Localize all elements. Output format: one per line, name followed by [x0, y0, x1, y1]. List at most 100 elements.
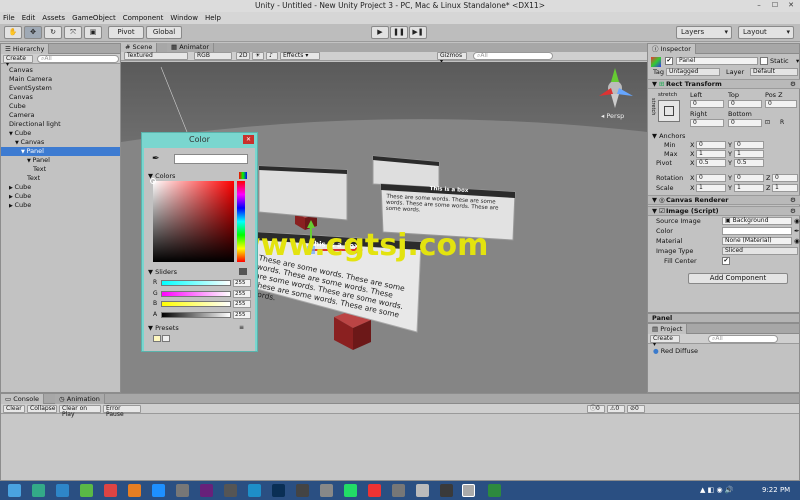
posz-input[interactable]: 0	[765, 100, 797, 108]
clock[interactable]: 9:22 PM	[762, 486, 790, 494]
app-icon[interactable]	[176, 484, 189, 497]
menu-window[interactable]: Window	[170, 14, 198, 22]
channel-slider[interactable]	[161, 311, 231, 318]
canvas-renderer-header[interactable]: Canvas Renderer	[648, 195, 800, 205]
tab-animation[interactable]: ◷ Animation	[55, 394, 105, 404]
visual-studio-icon[interactable]	[200, 484, 213, 497]
global-toggle[interactable]: Global	[146, 26, 182, 39]
collapse-toggle[interactable]: Collapse	[27, 405, 57, 413]
channel-slider[interactable]	[161, 301, 231, 307]
right-input[interactable]: 0	[690, 119, 724, 127]
pivot-y-input[interactable]: 0.5	[734, 159, 764, 167]
channel-slider[interactable]	[161, 280, 231, 286]
hierarchy-item[interactable]: Main Camera	[1, 75, 120, 84]
app-icon[interactable]	[368, 484, 381, 497]
blueprint-button[interactable]: ⊡	[765, 119, 770, 127]
move-tool-button[interactable]: ✥	[24, 26, 42, 39]
rect-tool-button[interactable]: ▣	[84, 26, 102, 39]
object-picker-icon[interactable]: ◉	[794, 217, 800, 225]
channel-value-input[interactable]: 255	[233, 300, 251, 308]
hierarchy-item[interactable]: ▶ Cube	[1, 201, 120, 210]
2d-toggle[interactable]: 2D	[236, 52, 250, 60]
layer-dropdown[interactable]: Default	[750, 68, 798, 76]
hierarchy-item[interactable]: ▼ Panel	[1, 156, 120, 165]
layout-dropdown[interactable]: Layout ▾	[738, 26, 794, 39]
rgb-dropdown[interactable]: RGB	[194, 52, 232, 60]
tray-icons[interactable]: ▲ ◧ ◉ 🔊	[700, 486, 734, 494]
app-icon[interactable]	[248, 484, 261, 497]
scale-z-input[interactable]: 1	[772, 184, 798, 192]
hierarchy-item[interactable]: Canvas	[1, 93, 120, 102]
pivot-toggle[interactable]: Pivot	[108, 26, 144, 39]
image-type-dropdown[interactable]: Sliced	[722, 247, 798, 255]
hierarchy-item[interactable]: ▶ Cube	[1, 183, 120, 192]
menu-edit[interactable]: Edit	[22, 14, 36, 22]
channel-value-input[interactable]: 255	[233, 279, 251, 287]
app-icon[interactable]	[80, 484, 93, 497]
hierarchy-item[interactable]: ▶ Cube	[1, 192, 120, 201]
color-swatch[interactable]	[174, 154, 248, 164]
hierarchy-item[interactable]: Cube	[1, 102, 120, 111]
clear-button[interactable]: Clear	[3, 405, 25, 413]
preset-swatch[interactable]	[153, 335, 161, 342]
persp-label[interactable]: ◂ Persp	[601, 112, 624, 120]
color-cursor[interactable]	[150, 178, 156, 184]
gear-icon[interactable]: ⚙	[790, 80, 796, 88]
channel-value-input[interactable]: 255	[233, 310, 251, 319]
tag-dropdown[interactable]: Untagged	[666, 68, 720, 76]
firefox-icon[interactable]	[128, 484, 141, 497]
anchor-preset-button[interactable]	[658, 100, 680, 122]
rotation-x-input[interactable]: 0	[696, 174, 726, 182]
tab-project[interactable]: ▤ Project	[648, 324, 688, 334]
warning-filter-toggle[interactable]: ⚠0	[607, 405, 625, 413]
app-icon[interactable]	[416, 484, 429, 497]
app-icon[interactable]	[320, 484, 333, 497]
material-field[interactable]: None (Material)	[722, 237, 792, 245]
gear-icon[interactable]: ⚙	[790, 196, 796, 204]
inspector-preview-bar[interactable]: Panel	[647, 313, 800, 323]
color-mode-icon[interactable]	[239, 172, 247, 179]
create-dropdown[interactable]: Create ▾	[3, 55, 33, 68]
rotate-tool-button[interactable]: ↻	[44, 26, 62, 39]
chevron-down-icon[interactable]: ▾	[796, 57, 799, 65]
rotation-y-input[interactable]: 0	[734, 174, 764, 182]
maximize-button[interactable]: ☐	[768, 1, 782, 10]
sliders-section-header[interactable]: ▼ Sliders	[148, 268, 177, 276]
anchor-min-x-input[interactable]: 0	[696, 141, 726, 149]
raw-edit-button[interactable]: R	[780, 119, 784, 127]
pause-button[interactable]: ❚❚	[390, 26, 408, 39]
channel-slider[interactable]	[161, 290, 231, 297]
hierarchy-item[interactable]: Text	[1, 165, 120, 174]
gear-icon[interactable]: ⚙	[790, 207, 796, 215]
scale-x-input[interactable]: 1	[696, 184, 726, 192]
ie-icon[interactable]	[152, 484, 165, 497]
ui-panel-back-left[interactable]	[258, 165, 348, 221]
audio-toggle[interactable]: ♪	[266, 52, 278, 60]
rect-transform-header[interactable]: Rect Transform	[648, 79, 800, 89]
color-picker-window[interactable]: Color ✕ ✒ ▼ Colors ▼ Sliders R 255 G 255 B 25…	[141, 132, 258, 352]
ie-icon[interactable]	[56, 484, 69, 497]
pivot-x-input[interactable]: 0.5	[696, 159, 726, 167]
scale-y-input[interactable]: 1	[734, 184, 764, 192]
active-checkbox[interactable]: ✔	[665, 57, 673, 65]
anchors-foldout[interactable]: ▼ Anchors	[652, 132, 685, 140]
component-checkbox-icon[interactable]: ☑	[659, 207, 665, 215]
anchor-min-y-input[interactable]: 0	[734, 141, 764, 149]
hierarchy-item[interactable]: Text	[1, 174, 120, 183]
tab-animator[interactable]: ▦ Animator	[167, 43, 215, 52]
log-filter-toggle[interactable]: ⓘ0	[587, 405, 605, 413]
source-image-field[interactable]: ▣ Background	[722, 217, 792, 225]
camtasia-icon[interactable]	[488, 484, 501, 497]
close-button[interactable]: ✕	[784, 1, 798, 10]
slider-mode-icon[interactable]	[239, 268, 247, 275]
app-icon[interactable]	[440, 484, 453, 497]
explorer-icon[interactable]	[32, 484, 45, 497]
tab-console[interactable]: ▭ Console	[1, 394, 45, 404]
static-checkbox[interactable]	[760, 57, 768, 65]
bottom-input[interactable]: 0	[728, 119, 762, 127]
play-button[interactable]: ▶	[371, 26, 389, 39]
hierarchy-item[interactable]: Directional light	[1, 120, 120, 129]
hue-slider[interactable]	[237, 181, 245, 262]
menu-component[interactable]: Component	[123, 14, 164, 22]
gizmos-dropdown[interactable]: Gizmos ▾	[437, 52, 467, 65]
